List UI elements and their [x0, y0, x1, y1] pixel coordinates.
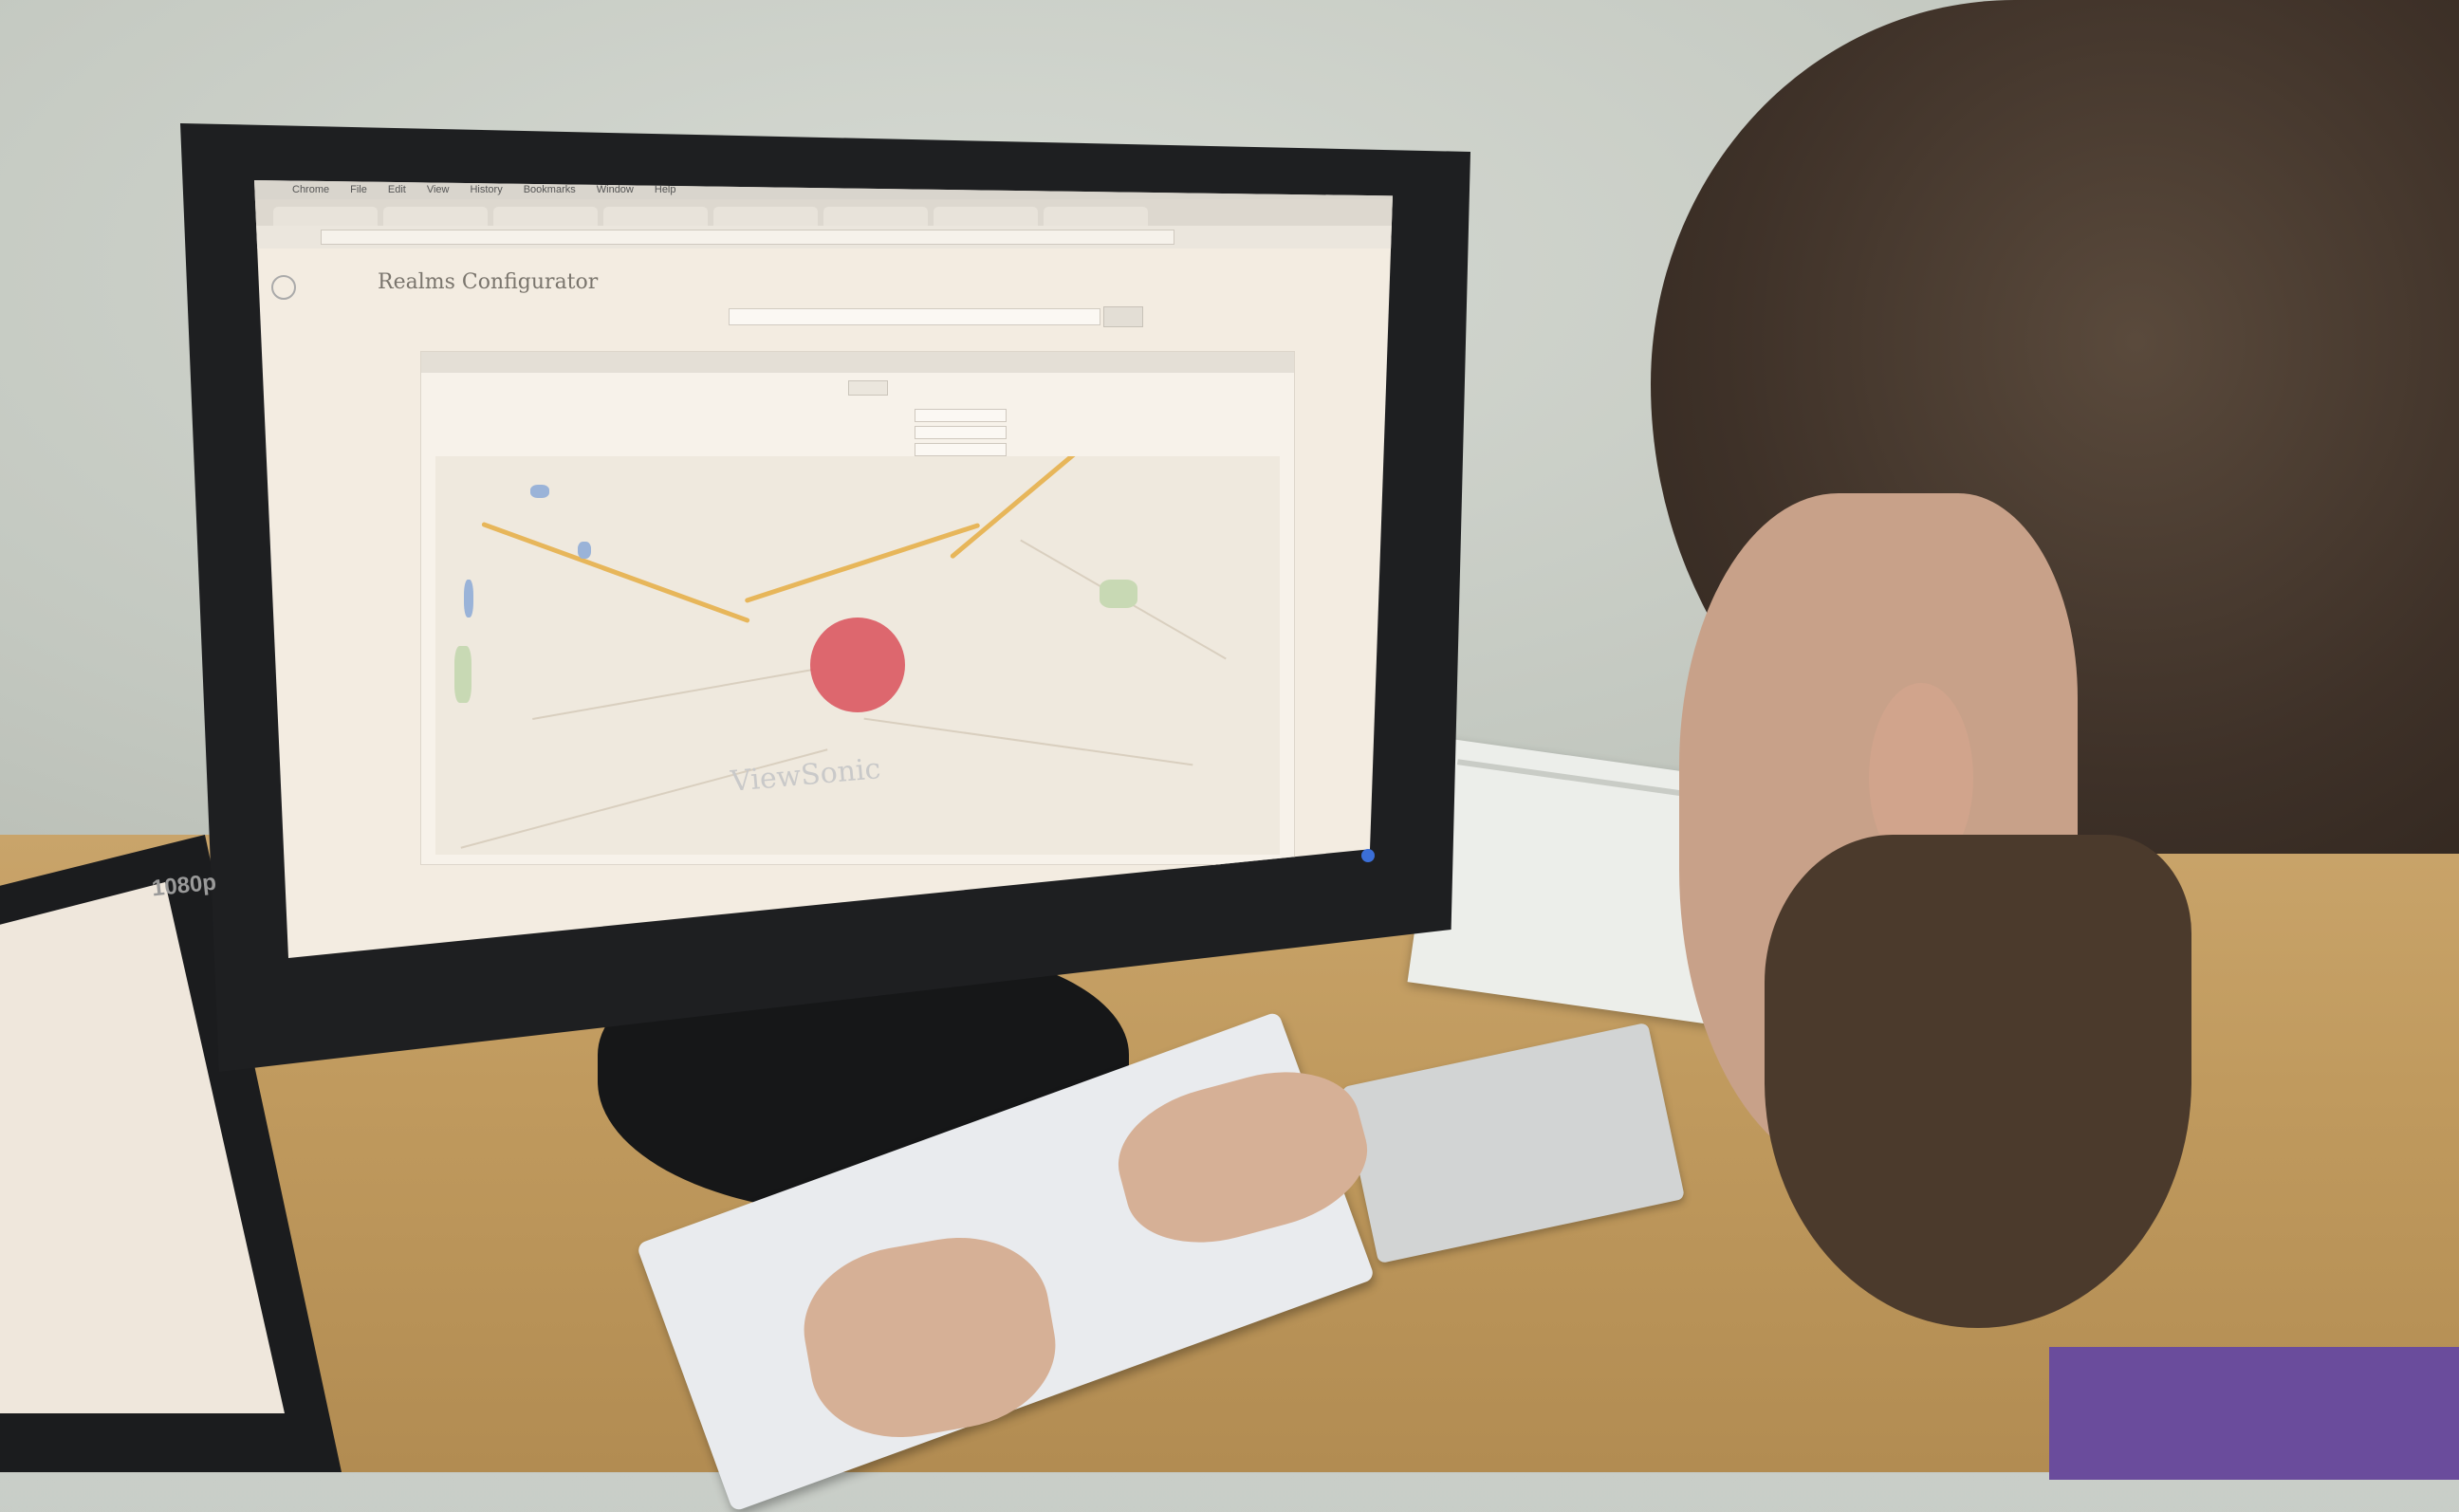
map-lake	[530, 485, 549, 498]
monitor: Chrome File Edit View History Bookmarks …	[180, 123, 1470, 1072]
menu-item[interactable]: Chrome	[292, 184, 329, 195]
map-park	[1100, 580, 1137, 608]
browser-tab[interactable]	[713, 207, 818, 226]
browser-tabbar	[254, 199, 1393, 226]
browser-tab[interactable]	[603, 207, 708, 226]
panel-button[interactable]	[848, 380, 888, 396]
form-field[interactable]	[915, 409, 1007, 422]
monitor-screen: Chrome File Edit View History Bookmarks …	[254, 180, 1393, 958]
url-field[interactable]	[321, 230, 1174, 245]
menu-item[interactable]: View	[427, 184, 450, 195]
realm-circle-marker[interactable]	[810, 618, 905, 712]
map-view[interactable]	[435, 456, 1280, 855]
menu-item[interactable]: Edit	[388, 184, 406, 195]
browser-tab[interactable]	[823, 207, 928, 226]
search-input[interactable]	[729, 308, 1100, 325]
address-bar	[254, 226, 1393, 249]
map-road	[481, 521, 750, 624]
browser-tab[interactable]	[934, 207, 1038, 226]
menu-item[interactable]: Window	[597, 184, 634, 195]
app-logo-icon	[271, 275, 296, 300]
person-beard	[1765, 835, 2191, 1328]
person-shirt	[2049, 1347, 2459, 1480]
browser-tab[interactable]	[383, 207, 488, 226]
menu-item[interactable]: File	[350, 184, 367, 195]
menu-item[interactable]: History	[470, 184, 502, 195]
map-street	[532, 668, 813, 721]
map-road	[949, 456, 1099, 560]
browser-tab[interactable]	[1044, 207, 1148, 226]
search-button[interactable]	[1103, 306, 1143, 327]
form-field[interactable]	[915, 426, 1007, 439]
browser-tab[interactable]	[493, 207, 598, 226]
map-lake	[464, 580, 473, 618]
menu-item[interactable]: Bookmarks	[524, 184, 576, 195]
form-field[interactable]	[915, 443, 1007, 456]
map-road	[744, 522, 981, 604]
map-park	[454, 646, 471, 703]
panel-header	[421, 352, 1294, 373]
realm-panel	[420, 351, 1295, 865]
map-street	[863, 717, 1193, 766]
map-lake	[578, 542, 591, 559]
person	[1651, 0, 2459, 1480]
browser-tab[interactable]	[273, 207, 378, 226]
power-led	[1361, 849, 1375, 862]
page-title: Realms Configurator	[378, 270, 599, 294]
